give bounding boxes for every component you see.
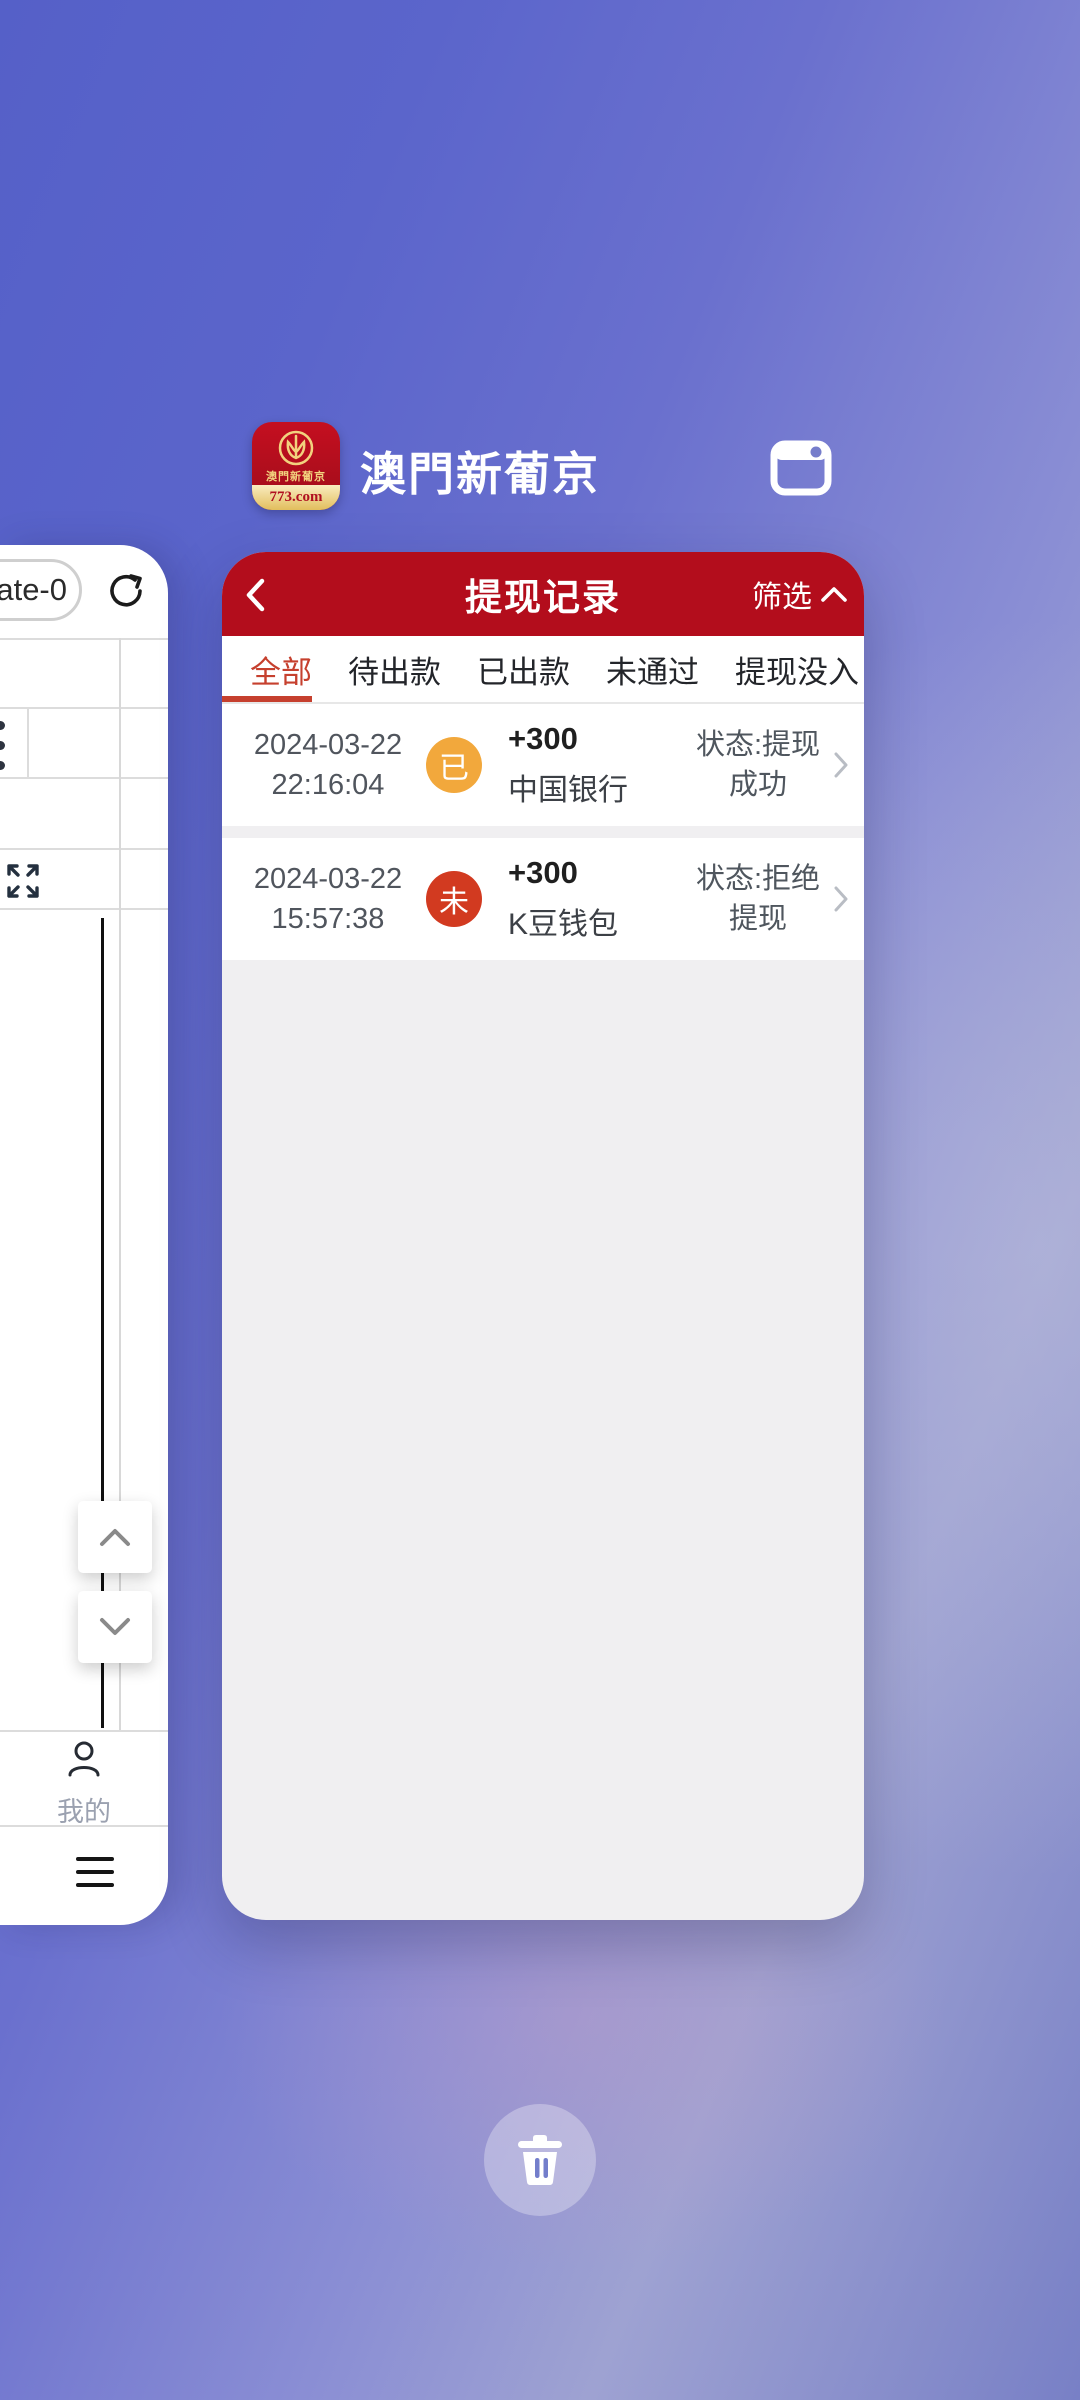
record-row[interactable]: 2024-03-22 22:16:04 已 +300 中国银行 状态:提现 成功	[222, 704, 864, 826]
filter-button[interactable]: 筛选	[752, 552, 848, 636]
record-amount: +300	[508, 721, 628, 757]
person-icon	[62, 1737, 106, 1781]
tab-pending[interactable]: 待出款	[348, 647, 441, 692]
chevron-right-icon[interactable]	[832, 750, 850, 780]
chip-label: eate-0	[0, 572, 67, 608]
status-badge: 已	[426, 737, 482, 793]
scroll-down-button[interactable]	[78, 1591, 152, 1663]
tab-withdraw-not-received[interactable]: 提现没入	[735, 647, 859, 692]
trash-icon	[514, 2132, 566, 2188]
app-header: 提现记录 筛选	[222, 552, 864, 636]
record-status: 状态:拒绝 提现	[696, 859, 820, 939]
chevron-right-icon[interactable]	[832, 884, 850, 914]
divider	[0, 638, 168, 640]
freeform-window-icon[interactable]	[768, 434, 834, 500]
chevron-up-icon	[820, 585, 848, 603]
record-amount: +300	[508, 855, 618, 891]
record-datetime: 2024-03-22 15:57:38	[246, 859, 410, 939]
hamburger-menu-icon[interactable]	[76, 1857, 114, 1887]
tab-paid[interactable]: 已出款	[477, 647, 570, 692]
divider	[0, 777, 168, 779]
divider	[0, 1730, 168, 1732]
record-datetime: 2024-03-22 22:16:04	[246, 725, 410, 805]
app-title: 澳門新葡京	[360, 438, 600, 504]
record-channel: K豆钱包	[508, 899, 618, 943]
clear-all-apps-button[interactable]	[484, 2104, 596, 2216]
more-dots-icon	[0, 721, 5, 770]
left-card-chip[interactable]: eate-0	[0, 559, 82, 621]
record-row[interactable]: 2024-03-22 15:57:38 未 +300 K豆钱包 状态:拒绝 提现	[222, 838, 864, 960]
app-icon-name-text: 澳門新葡京	[252, 468, 340, 484]
divider	[0, 908, 168, 910]
lotus-emblem-icon	[276, 428, 316, 468]
profile-label: 我的	[0, 1790, 168, 1829]
record-status: 状态:提现 成功	[696, 725, 820, 805]
app-icon[interactable]: 澳門新葡京 773.com	[252, 422, 340, 510]
divider	[0, 848, 168, 850]
divider	[27, 707, 29, 777]
tab-all[interactable]: 全部	[250, 647, 312, 692]
app-card-withdrawal-records[interactable]: 提现记录 筛选 全部 待出款 已出款 未通过 提现没入 2024-03-22 2…	[222, 552, 864, 1920]
scroll-up-button[interactable]	[78, 1501, 152, 1573]
record-channel: 中国银行	[508, 765, 628, 809]
divider	[0, 1825, 168, 1827]
tab-not-passed[interactable]: 未通过	[606, 647, 699, 692]
status-badge: 未	[426, 871, 482, 927]
tab-bar: 全部 待出款 已出款 未通过 提现没入	[222, 636, 864, 704]
left-app-card[interactable]: eate-0 我的	[0, 545, 168, 1925]
active-tab-underline	[222, 696, 312, 702]
back-icon[interactable]	[240, 576, 270, 614]
filter-label: 筛选	[752, 572, 812, 616]
expand-fullscreen-icon[interactable]	[6, 863, 40, 899]
profile-nav-item[interactable]: 我的	[0, 1737, 168, 1829]
app-icon-domain-text: 773.com	[252, 485, 340, 510]
refresh-icon[interactable]	[104, 569, 148, 613]
divider	[0, 707, 168, 709]
